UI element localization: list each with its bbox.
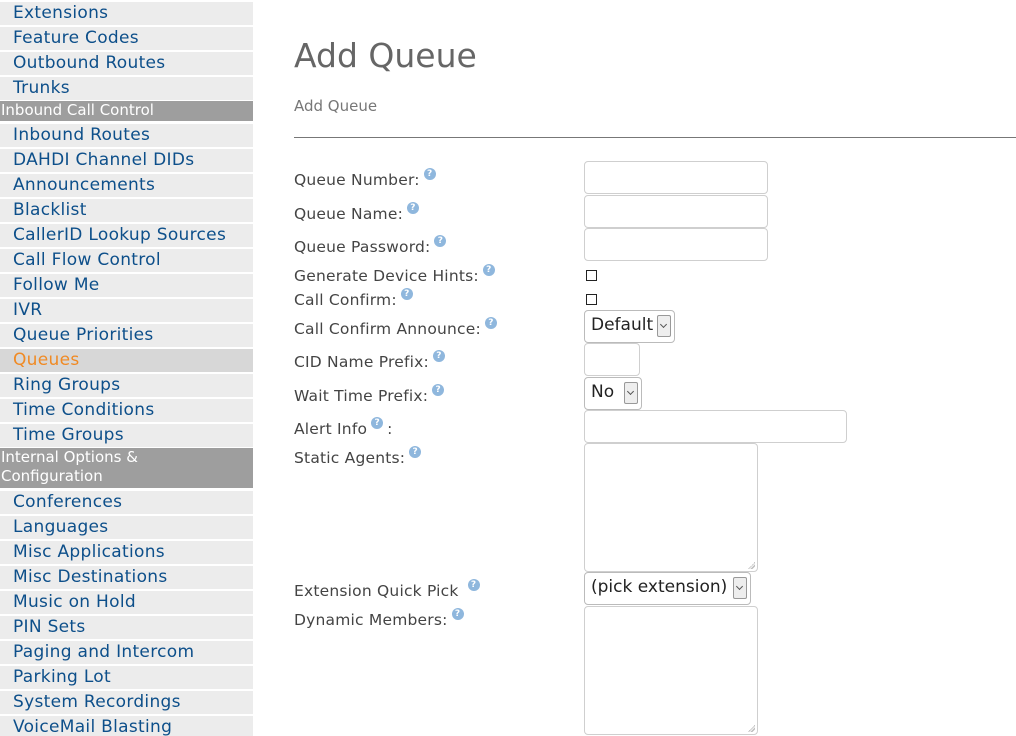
sidebar-item-paging-and-intercom[interactable]: Paging and Intercom — [0, 641, 253, 664]
sidebar-section-header-fill — [170, 448, 253, 488]
cid-prefix-label-text: CID Name Prefix: — [294, 353, 429, 371]
queue-password-input[interactable] — [584, 228, 768, 261]
help-icon[interactable]: ? — [467, 579, 480, 591]
sidebar-item-system-recordings[interactable]: System Recordings — [0, 691, 253, 714]
sidebar-item-time-groups[interactable]: Time Groups — [0, 424, 253, 447]
queue-number-label: Queue Number:? — [294, 168, 436, 189]
divider — [294, 137, 1016, 138]
help-icon[interactable]: ? — [451, 608, 464, 620]
dynamic-members-textarea[interactable] — [584, 606, 758, 735]
call-confirm-label: Call Confirm:? — [294, 288, 413, 309]
queue-number-input[interactable] — [584, 161, 768, 194]
confirm-announce-label: Call Confirm Announce:? — [294, 317, 497, 338]
sidebar-item-misc-destinations[interactable]: Misc Destinations — [0, 566, 253, 589]
device-hints-checkbox[interactable] — [586, 270, 597, 281]
sidebar-item-call-flow-control[interactable]: Call Flow Control — [0, 249, 253, 272]
sidebar: Extensions Feature Codes Outbound Routes… — [0, 0, 253, 736]
wait-time-prefix-select[interactable]: No — [584, 377, 642, 410]
sidebar-item-time-conditions[interactable]: Time Conditions — [0, 399, 253, 422]
sidebar-item-languages[interactable]: Languages — [0, 516, 253, 539]
wait-time-prefix-label: Wait Time Prefix:? — [294, 384, 445, 405]
alert-info-input[interactable] — [584, 410, 847, 443]
help-icon[interactable]: ? — [484, 317, 497, 329]
sidebar-item-blacklist[interactable]: Blacklist — [0, 199, 253, 222]
alert-info-label: Alert Info?: — [294, 417, 393, 438]
sidebar-item-feature-codes[interactable]: Feature Codes — [0, 27, 253, 50]
sidebar-item-callerid-lookup-sources[interactable]: CallerID Lookup Sources — [0, 224, 253, 247]
sidebar-item-announcements[interactable]: Announcements — [0, 174, 253, 197]
ext-quick-pick-select[interactable]: (pick extension) — [584, 572, 751, 605]
static-agents-label-text: Static Agents: — [294, 449, 406, 467]
sidebar-section-inbound-call-control: Inbound Call Control — [0, 101, 253, 121]
static-agents-textarea[interactable] — [584, 443, 758, 572]
help-icon[interactable]: ? — [434, 235, 447, 247]
sidebar-item-follow-me[interactable]: Follow Me — [0, 274, 253, 297]
help-icon[interactable]: ? — [409, 446, 422, 458]
confirm-announce-select[interactable]: Default — [584, 310, 675, 343]
queue-name-input[interactable] — [584, 195, 768, 228]
help-icon[interactable]: ? — [400, 288, 413, 300]
dynamic-members-label-text: Dynamic Members: — [294, 611, 448, 629]
chevron-down-icon[interactable] — [733, 577, 747, 599]
wait-time-prefix-value: No — [591, 382, 615, 402]
wait-time-prefix-label-text: Wait Time Prefix: — [294, 387, 429, 405]
call-confirm-checkbox[interactable] — [586, 294, 597, 305]
page-title: Add Queue — [294, 36, 477, 75]
sidebar-item-ring-groups[interactable]: Ring Groups — [0, 374, 253, 397]
queue-number-label-text: Queue Number: — [294, 171, 420, 189]
sidebar-item-parking-lot[interactable]: Parking Lot — [0, 666, 253, 689]
ext-quick-pick-label-text: Extension Quick Pick — [294, 582, 459, 600]
cid-prefix-label: CID Name Prefix:? — [294, 350, 445, 371]
sidebar-item-trunks[interactable]: Trunks — [0, 77, 253, 100]
help-icon[interactable]: ? — [482, 264, 495, 276]
sidebar-item-inbound-routes[interactable]: Inbound Routes — [0, 124, 253, 147]
queue-name-label: Queue Name:? — [294, 202, 419, 223]
confirm-announce-label-text: Call Confirm Announce: — [294, 320, 481, 338]
sidebar-item-voicemail-blasting[interactable]: VoiceMail Blasting — [0, 716, 253, 736]
help-icon[interactable]: ? — [432, 350, 445, 362]
page-subtitle: Add Queue — [294, 97, 378, 115]
queue-password-label-text: Queue Password: — [294, 238, 431, 256]
help-icon[interactable]: ? — [432, 384, 445, 396]
sidebar-item-conferences[interactable]: Conferences — [0, 491, 253, 514]
cid-prefix-input[interactable] — [584, 343, 640, 376]
device-hints-label: Generate Device Hints:? — [294, 264, 495, 285]
queue-name-label-text: Queue Name: — [294, 205, 403, 223]
help-icon[interactable]: ? — [371, 417, 384, 429]
device-hints-label-text: Generate Device Hints: — [294, 267, 479, 285]
sidebar-item-misc-applications[interactable]: Misc Applications — [0, 541, 253, 564]
sidebar-item-ivr[interactable]: IVR — [0, 299, 253, 322]
call-confirm-label-text: Call Confirm: — [294, 291, 397, 309]
sidebar-item-queues[interactable]: Queues — [0, 349, 253, 372]
main-content: Add Queue Add Queue Queue Number:? Queue… — [253, 0, 1016, 736]
ext-quick-pick-value: (pick extension) — [591, 577, 728, 597]
help-icon[interactable]: ? — [407, 202, 419, 214]
sidebar-item-extensions[interactable]: Extensions — [0, 2, 253, 25]
dynamic-members-label: Dynamic Members:? — [294, 608, 464, 629]
sidebar-item-queue-priorities[interactable]: Queue Priorities — [0, 324, 253, 347]
sidebar-section-internal-options: Internal Options & Configuration — [0, 448, 170, 488]
help-icon[interactable]: ? — [423, 168, 436, 180]
alert-info-label-suffix: : — [387, 420, 393, 438]
chevron-down-icon[interactable] — [624, 382, 638, 404]
static-agents-label: Static Agents:? — [294, 446, 422, 467]
confirm-announce-value: Default — [591, 315, 654, 335]
sidebar-item-pin-sets[interactable]: PIN Sets — [0, 616, 253, 639]
sidebar-item-music-on-hold[interactable]: Music on Hold — [0, 591, 253, 614]
ext-quick-pick-label: Extension Quick Pick? — [294, 579, 480, 600]
chevron-down-icon[interactable] — [657, 315, 671, 337]
sidebar-item-outbound-routes[interactable]: Outbound Routes — [0, 52, 253, 75]
alert-info-label-text: Alert Info — [294, 420, 368, 438]
queue-password-label: Queue Password:? — [294, 235, 447, 256]
sidebar-item-dahdi-channel-dids[interactable]: DAHDI Channel DIDs — [0, 149, 253, 172]
